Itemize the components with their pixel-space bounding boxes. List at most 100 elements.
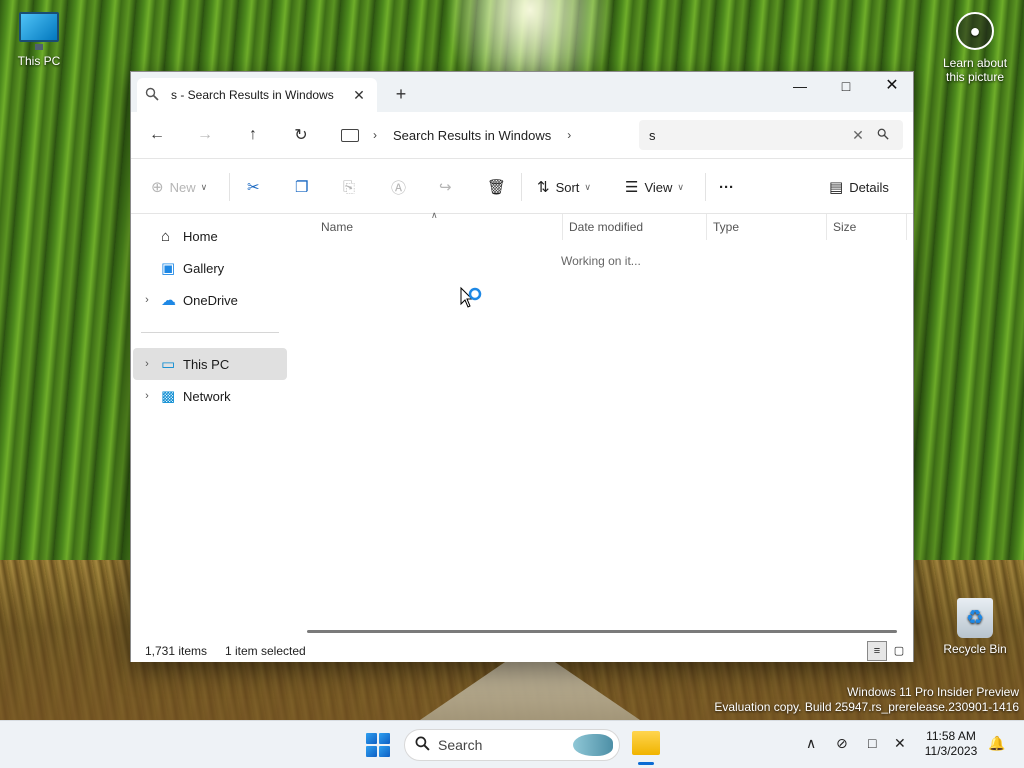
chevron-down-icon: ∨ bbox=[200, 181, 208, 192]
up-arrow-icon[interactable]: ↑ bbox=[229, 126, 277, 144]
cut-button[interactable]: ✂ bbox=[247, 173, 266, 201]
view-label: View bbox=[644, 179, 673, 195]
clock-time: 11:58 AM bbox=[926, 729, 976, 743]
chevron-down-icon: ∨ bbox=[584, 181, 592, 192]
loading-message: Working on it... bbox=[561, 254, 641, 268]
item-count: 1,731 items bbox=[145, 644, 208, 658]
file-list[interactable]: ∧ Name Date modified Type Size Working o… bbox=[291, 210, 913, 642]
new-button[interactable]: ⊕ New ∨ bbox=[151, 173, 207, 201]
network-icon: ▩ bbox=[161, 388, 176, 405]
horizontal-scrollbar[interactable] bbox=[307, 630, 897, 633]
chevron-right-icon[interactable]: › bbox=[133, 390, 161, 402]
watermark-line2: Evaluation copy. Build 25947.rs_prerelea… bbox=[714, 700, 1019, 714]
column-header-size[interactable]: Size bbox=[827, 214, 907, 240]
column-header-date-modified[interactable]: Date modified bbox=[563, 214, 707, 240]
taskbar-search-box[interactable]: Search bbox=[404, 729, 620, 761]
watermark-line1: Windows 11 Pro Insider Preview bbox=[847, 685, 1019, 699]
details-pane-button[interactable]: ▤ Details bbox=[829, 173, 889, 201]
tiles-view-icon[interactable]: ▢ bbox=[889, 641, 909, 661]
display-icon[interactable]: □ bbox=[868, 735, 876, 751]
close-tab-icon[interactable]: ✕ bbox=[349, 87, 369, 104]
gallery-icon: ▣ bbox=[161, 260, 176, 277]
sort-button[interactable]: ⇅ Sort ∨ bbox=[537, 173, 591, 201]
learn-about-picture[interactable]: ● Learn about this picture bbox=[938, 12, 1012, 84]
sidebar-item-gallery[interactable]: ▣ Gallery bbox=[133, 252, 287, 284]
details-view-icon[interactable]: ≡ bbox=[867, 641, 887, 661]
search-icon[interactable] bbox=[873, 128, 893, 143]
chevron-right-icon[interactable]: › bbox=[133, 358, 161, 370]
search-placeholder: Search bbox=[438, 737, 483, 753]
sort-label: Sort bbox=[555, 179, 580, 195]
cloud-icon: ☁ bbox=[161, 292, 176, 309]
notification-bell-icon[interactable]: 🔔 bbox=[988, 735, 1005, 752]
clock-date: 11/3/2023 bbox=[924, 744, 978, 758]
sidebar-item-onedrive[interactable]: › ☁ OneDrive bbox=[133, 284, 287, 316]
share-button[interactable]: ↪ bbox=[439, 173, 458, 201]
maximize-button[interactable]: □ bbox=[823, 72, 869, 102]
search-query[interactable]: s bbox=[649, 128, 843, 143]
chevron-up-icon[interactable]: ∧ bbox=[806, 735, 816, 752]
clock[interactable]: 11:58 AM 11/3/2023 bbox=[920, 729, 982, 759]
tab-title: s - Search Results in Windows bbox=[171, 88, 334, 102]
sidebar-item-home[interactable]: ⌂ Home bbox=[133, 220, 287, 252]
sound-muted-icon[interactable]: ✕ bbox=[894, 735, 906, 752]
minimize-button[interactable]: — bbox=[777, 72, 823, 102]
back-arrow-icon[interactable]: ← bbox=[133, 126, 181, 144]
camera-icon: ● bbox=[956, 12, 994, 50]
column-header-type[interactable]: Type bbox=[707, 214, 827, 240]
view-button[interactable]: ☰ View ∨ bbox=[625, 173, 684, 201]
file-explorer-taskbar-icon[interactable] bbox=[632, 731, 660, 765]
toolbar-divider bbox=[521, 173, 522, 201]
copy-icon: ❐ bbox=[295, 179, 309, 196]
clear-search-icon[interactable]: ✕ bbox=[843, 127, 873, 144]
share-icon: ↪ bbox=[439, 179, 452, 196]
forward-arrow-icon[interactable]: → bbox=[181, 126, 229, 144]
paste-button[interactable]: ⎘ bbox=[343, 173, 361, 201]
desktop-icon-recycle-bin[interactable]: ♻ Recycle Bin bbox=[940, 598, 1010, 656]
learn-label-line2: this picture bbox=[945, 70, 1005, 84]
close-window-button[interactable]: ✕ bbox=[869, 72, 915, 102]
tab-search-results[interactable]: s - Search Results in Windows ✕ bbox=[137, 78, 377, 112]
search-highlight-icon bbox=[573, 734, 613, 756]
status-bar: 1,731 items 1 item selected ≡ ▢ bbox=[131, 640, 913, 662]
home-icon: ⌂ bbox=[161, 227, 171, 245]
list-view-icon: ☰ bbox=[625, 179, 639, 196]
sidebar-item-network[interactable]: › ▩ Network bbox=[133, 380, 287, 412]
no-network-icon[interactable]: ⊘ bbox=[836, 735, 848, 752]
recycle-bin-icon: ♻ bbox=[957, 598, 993, 638]
search-input[interactable]: s ✕ bbox=[639, 120, 903, 150]
chevron-right-icon[interactable]: › bbox=[567, 128, 571, 142]
computer-icon: ▭ bbox=[161, 356, 176, 373]
file-explorer-window: s - Search Results in Windows ✕ + — □ ✕ … bbox=[130, 71, 914, 662]
sidebar-item-label: OneDrive bbox=[183, 292, 238, 308]
chevron-down-icon: ∨ bbox=[677, 181, 684, 192]
learn-label-line1: Learn about bbox=[942, 56, 1008, 70]
title-bar[interactable]: s - Search Results in Windows ✕ + — □ ✕ bbox=[131, 72, 913, 112]
address-bar[interactable]: › Search Results in Windows › bbox=[331, 121, 631, 149]
new-tab-button[interactable]: + bbox=[389, 83, 413, 107]
sidebar-item-label: Home bbox=[183, 228, 218, 244]
chevron-right-icon[interactable]: › bbox=[373, 128, 377, 142]
refresh-icon[interactable]: ↻ bbox=[277, 125, 325, 145]
chevron-right-icon[interactable]: › bbox=[133, 294, 161, 306]
copy-button[interactable]: ❐ bbox=[295, 173, 314, 201]
search-icon bbox=[145, 87, 163, 104]
toolbar-divider bbox=[229, 173, 230, 201]
navigation-pane: ⌂ Home ▣ Gallery › ☁ OneDrive › ▭ This P… bbox=[131, 214, 289, 642]
evaluation-watermark: Windows 11 Pro Insider Preview Evaluatio… bbox=[714, 685, 1019, 715]
delete-button[interactable]: 🗑 bbox=[487, 173, 512, 201]
busy-cursor-icon bbox=[460, 286, 482, 308]
desktop-icon-label: This PC bbox=[17, 54, 61, 68]
more-options-button[interactable]: ··· bbox=[719, 173, 734, 201]
computer-icon bbox=[19, 12, 59, 50]
sidebar-divider bbox=[141, 332, 279, 333]
column-header-name[interactable]: Name bbox=[315, 214, 563, 240]
start-button[interactable] bbox=[366, 733, 390, 757]
sidebar-item-this-pc[interactable]: › ▭ This PC bbox=[133, 348, 287, 380]
details-pane-icon: ▤ bbox=[829, 179, 844, 196]
desktop-icon-this-pc[interactable]: This PC bbox=[4, 12, 74, 68]
breadcrumb-search-results[interactable]: Search Results in Windows bbox=[393, 128, 551, 143]
new-label: New bbox=[169, 179, 196, 195]
rename-button[interactable]: Ⓐ bbox=[391, 173, 412, 201]
sort-arrows-icon: ⇅ bbox=[537, 179, 550, 196]
